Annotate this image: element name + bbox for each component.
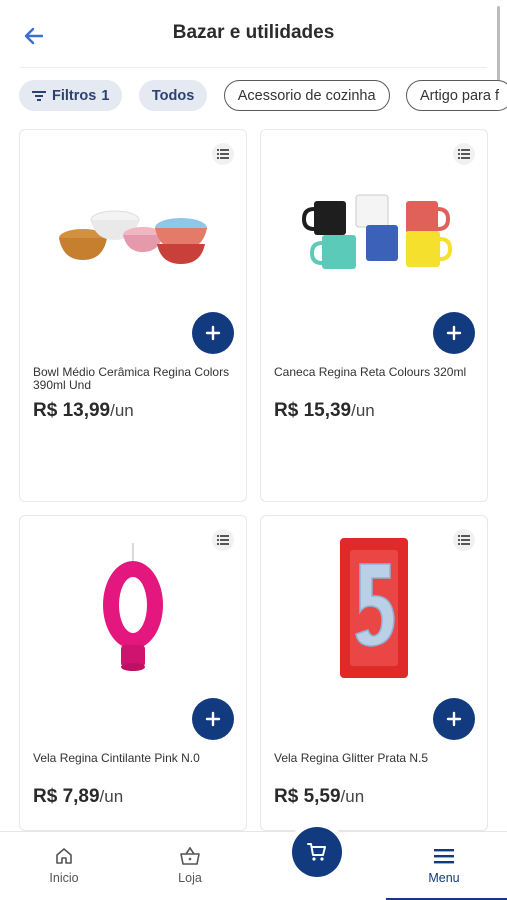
add-to-cart-button[interactable] [433, 698, 475, 740]
product-image-colored-mugs[interactable] [261, 158, 487, 308]
nav-item-loja[interactable]: Loja [150, 844, 230, 885]
plus-icon [446, 711, 462, 727]
price-unit: /un [340, 787, 365, 806]
filters-count-badge: 1 [101, 87, 110, 104]
nav-label: Inicio [49, 871, 79, 885]
plus-icon [205, 325, 221, 341]
product-price: R$ 13,99/un [33, 400, 134, 422]
cart-button[interactable] [292, 827, 342, 877]
filter-chip-bar: Filtros 1 Todos Acessorio de cozinha Art… [0, 80, 507, 112]
price-value: R$ 7,89 [33, 786, 100, 807]
product-card[interactable]: Vela Regina Cintilante Pink N.0 R$ 7,89/… [19, 515, 247, 831]
shopping-cart-icon [307, 843, 326, 861]
menu-icon [434, 849, 454, 864]
product-name[interactable]: Bowl Médio Cerâmica Regina Colors 390ml … [33, 366, 236, 392]
product-name[interactable]: Vela Regina Cintilante Pink N.0 [33, 752, 236, 765]
price-unit: /un [351, 401, 375, 420]
header-divider [20, 67, 487, 68]
bottom-navigation: Inicio Loja Menu [0, 831, 507, 900]
nav-item-menu[interactable]: Menu [404, 844, 484, 885]
nav-label: Menu [428, 871, 460, 885]
nav-label: Loja [178, 871, 202, 885]
product-name[interactable]: Caneca Regina Reta Colours 320ml [274, 366, 477, 379]
app-header: Bazar e utilidades [0, 0, 507, 96]
product-card[interactable]: Caneca Regina Reta Colours 320ml R$ 15,3… [260, 129, 488, 502]
price-value: R$ 5,59 [274, 786, 341, 807]
home-icon [56, 848, 72, 864]
product-image-ceramic-bowls[interactable] [20, 158, 246, 308]
page-title: Bazar e utilidades [172, 22, 335, 43]
nav-item-inicio[interactable]: Inicio [24, 844, 104, 885]
price-value: R$ 13,99 [33, 400, 111, 421]
filter-icon [32, 90, 46, 101]
product-price: R$ 7,89/un [33, 786, 123, 808]
price-unit: /un [99, 787, 124, 806]
product-image-silver-candle-five[interactable] [261, 534, 487, 684]
product-name[interactable]: Vela Regina Glitter Prata N.5 [274, 752, 477, 765]
chip-todos[interactable]: Todos [138, 80, 208, 111]
add-to-cart-button[interactable] [192, 698, 234, 740]
product-image-pink-candle-zero[interactable] [20, 534, 246, 684]
price-value: R$ 15,39 [274, 400, 352, 421]
chip-artigo-para[interactable]: Artigo para f [406, 80, 507, 111]
product-card[interactable]: Bowl Médio Cerâmica Regina Colors 390ml … [19, 129, 247, 502]
plus-icon [446, 325, 462, 341]
product-price: R$ 5,59/un [274, 786, 364, 808]
filters-chip-label: Filtros [52, 87, 97, 104]
price-unit: /un [110, 401, 134, 420]
filters-chip[interactable]: Filtros 1 [19, 80, 123, 111]
add-to-cart-button[interactable] [433, 312, 475, 354]
product-price: R$ 15,39/un [274, 400, 375, 422]
product-card[interactable]: Vela Regina Glitter Prata N.5 R$ 5,59/un [260, 515, 488, 831]
plus-icon [205, 711, 221, 727]
add-to-cart-button[interactable] [192, 312, 234, 354]
chip-acessorio-de-cozinha[interactable]: Acessorio de cozinha [223, 80, 390, 111]
basket-icon [180, 846, 200, 865]
